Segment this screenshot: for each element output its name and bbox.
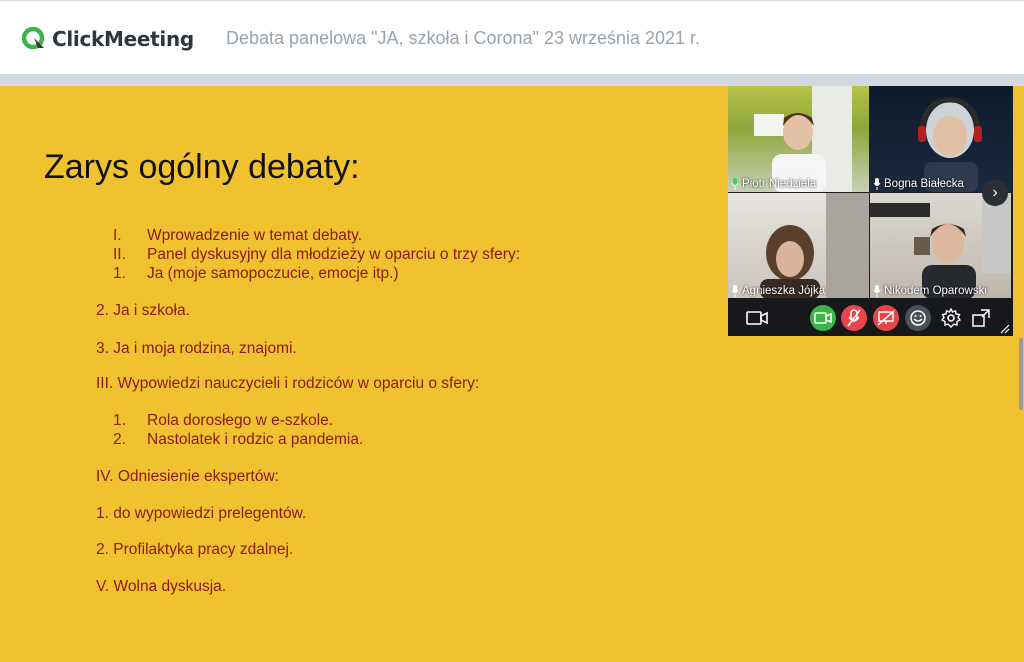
list-number: I. xyxy=(113,227,122,244)
list-item: Panel dyskusyjny dla młodzieży w oparciu… xyxy=(147,246,521,263)
video-tile[interactable]: Agnieszka Jójka xyxy=(728,193,869,299)
video-tile[interactable]: Bogna Białecka xyxy=(870,86,1011,192)
list-number: II. xyxy=(113,246,126,263)
list-item: Wprowadzenie w temat debaty. xyxy=(147,227,363,244)
participant-name-tag: Piotr Niedziela xyxy=(731,178,816,190)
next-participants-button[interactable]: › xyxy=(982,180,1008,206)
mic-off-button[interactable] xyxy=(841,305,867,331)
settings-button[interactable] xyxy=(938,305,964,331)
list-item: 2. Profilaktyka pracy zdalnej. xyxy=(96,541,294,558)
reactions-icon xyxy=(910,310,926,326)
video-controls-bar xyxy=(728,298,1013,336)
participant-name-tag: Nikodem Oparowski xyxy=(873,285,987,297)
list-number: 1. xyxy=(113,412,126,429)
camera-toggle-button[interactable] xyxy=(744,305,770,331)
microphone-icon xyxy=(873,285,881,297)
screen-share-off-icon xyxy=(877,310,895,326)
participant-video xyxy=(754,86,852,192)
fullscreen-icon xyxy=(972,309,990,327)
video-on-button[interactable] xyxy=(810,305,836,331)
chevron-right-icon: › xyxy=(992,184,998,201)
participant-video xyxy=(918,97,982,192)
participant-name: Nikodem Oparowski xyxy=(884,285,987,297)
list-item: III. Wypowiedzi nauczycieli i rodziców w… xyxy=(96,375,480,392)
participant-video xyxy=(870,193,1011,299)
video-tile[interactable]: Nikodem Oparowski xyxy=(870,193,1011,299)
participant-name-tag: Bogna Białecka xyxy=(873,178,964,190)
meeting-title: Debata panelowa "JA, szkoła i Corona" 23… xyxy=(226,28,701,48)
camera-icon xyxy=(746,311,768,325)
list-item: 2. Ja i szkoła. xyxy=(96,302,190,319)
video-tile[interactable]: Piotr Niedziela xyxy=(728,86,869,192)
top-bar: ClickMeeting Debata panelowa "JA, szkoła… xyxy=(0,0,1024,74)
microphone-icon xyxy=(731,285,739,297)
header-separator xyxy=(0,74,1024,86)
screen-share-off-button[interactable] xyxy=(873,305,899,331)
list-item: IV. Odniesienie ekspertów: xyxy=(96,468,279,485)
list-item: 1. do wypowiedzi prelegentów. xyxy=(96,505,307,522)
slide-title: Zarys ogólny debaty: xyxy=(44,148,360,186)
list-item: Ja (moje samopoczucie, emocje itp.) xyxy=(147,265,399,282)
participant-name-tag: Agnieszka Jójka xyxy=(731,285,825,297)
list-item: V. Wolna dyskusja. xyxy=(96,578,227,595)
logo-icon xyxy=(21,26,45,50)
microphone-icon xyxy=(873,178,881,190)
participant-name: Piotr Niedziela xyxy=(742,178,817,190)
logo-text: ClickMeeting xyxy=(52,27,194,51)
gear-icon xyxy=(941,308,961,328)
list-item: Rola dorosłego w e-szkole. xyxy=(147,412,334,429)
microphone-icon xyxy=(731,178,739,190)
participant-name: Agnieszka Jójka xyxy=(742,285,826,297)
resize-handle-icon[interactable] xyxy=(1000,324,1010,334)
clickmeeting-logo[interactable]: ClickMeeting xyxy=(21,25,194,53)
participant-video xyxy=(760,193,869,299)
list-number: 1. xyxy=(113,265,126,282)
list-item: 3. Ja i moja rodzina, znajomi. xyxy=(96,340,297,357)
scrollbar-thumb[interactable] xyxy=(1019,338,1023,410)
fullscreen-button[interactable] xyxy=(968,305,994,331)
list-item: Nastolatek i rodzic a pandemia. xyxy=(147,431,364,448)
video-on-icon xyxy=(814,312,832,324)
mic-off-icon xyxy=(847,309,861,327)
list-number: 2. xyxy=(113,431,126,448)
participant-name: Bogna Białecka xyxy=(884,178,964,190)
reactions-button[interactable] xyxy=(905,305,931,331)
